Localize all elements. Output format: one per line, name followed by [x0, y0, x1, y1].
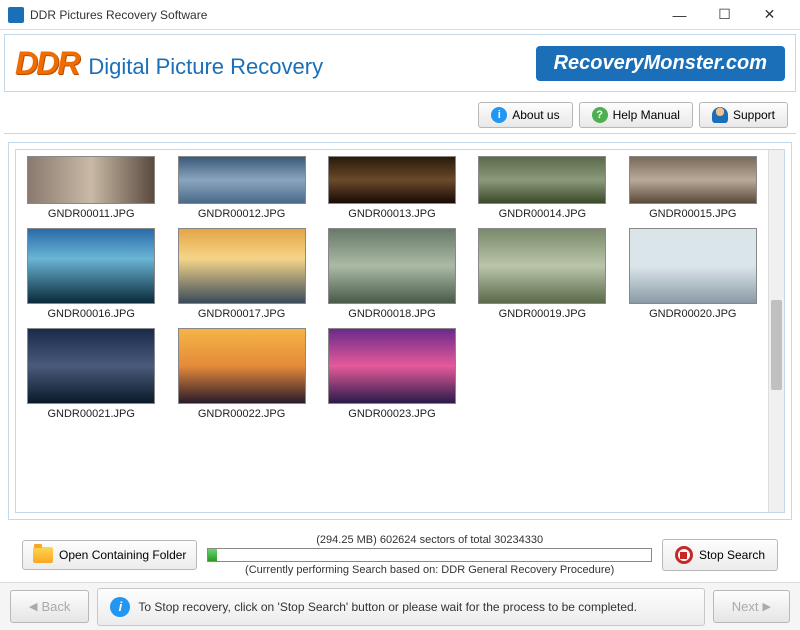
thumbnail[interactable]: GNDR00011.JPG — [20, 156, 162, 226]
thumbnail-image — [178, 156, 306, 204]
close-button[interactable]: ✕ — [747, 1, 792, 29]
about-button[interactable]: i About us — [478, 102, 572, 128]
open-folder-button[interactable]: Open Containing Folder — [22, 540, 197, 570]
logo-title: Digital Picture Recovery — [88, 54, 323, 80]
gallery[interactable]: GNDR00011.JPG GNDR00012.JPG GNDR00013.JP… — [16, 150, 768, 512]
thumbnail-label: GNDR00012.JPG — [198, 208, 285, 220]
minimize-button[interactable]: — — [657, 1, 702, 29]
thumbnail[interactable]: GNDR00022.JPG — [170, 328, 312, 426]
next-label: Next — [732, 599, 759, 614]
back-button[interactable]: ◀ Back — [10, 590, 89, 623]
thumbnail-image — [27, 328, 155, 404]
window-title: DDR Pictures Recovery Software — [30, 8, 657, 22]
thumbnail-image — [629, 228, 757, 304]
progress-fill — [208, 549, 217, 561]
thumbnail-label: GNDR00023.JPG — [348, 408, 435, 420]
help-button[interactable]: ? Help Manual — [579, 102, 693, 128]
toolbar: i About us ? Help Manual Support — [4, 96, 796, 134]
thumbnail-label: GNDR00019.JPG — [499, 308, 586, 320]
logo: DDR Digital Picture Recovery — [15, 45, 536, 82]
thumbnail-image — [178, 228, 306, 304]
stop-icon — [675, 546, 693, 564]
app-icon — [8, 7, 24, 23]
thumbnail-label: GNDR00011.JPG — [48, 208, 135, 220]
thumbnail-label: GNDR00022.JPG — [198, 408, 285, 420]
thumbnail[interactable]: GNDR00019.JPG — [471, 228, 613, 326]
stop-label: Stop Search — [699, 548, 765, 562]
help-icon: ? — [592, 107, 608, 123]
thumbnail-image — [478, 156, 606, 204]
open-folder-label: Open Containing Folder — [59, 548, 186, 562]
thumbnail[interactable]: GNDR00018.JPG — [321, 228, 463, 326]
thumbnail-label: GNDR00015.JPG — [649, 208, 736, 220]
info-bar: i To Stop recovery, click on 'Stop Searc… — [97, 588, 704, 626]
thumbnail-label: GNDR00014.JPG — [499, 208, 586, 220]
thumbnail[interactable]: GNDR00020.JPG — [622, 228, 764, 326]
titlebar: DDR Pictures Recovery Software — ☐ ✕ — [0, 0, 800, 30]
thumbnail-label: GNDR00017.JPG — [198, 308, 285, 320]
thumbnail-image — [27, 156, 155, 204]
progress-row: Open Containing Folder (294.25 MB) 60262… — [8, 528, 792, 582]
support-label: Support — [733, 108, 775, 122]
footer: ◀ Back i To Stop recovery, click on 'Sto… — [0, 582, 800, 630]
thumbnail-image — [178, 328, 306, 404]
info-icon: i — [491, 107, 507, 123]
progress-note: (Currently performing Search based on: D… — [245, 564, 614, 576]
thumbnail[interactable]: GNDR00023.JPG — [321, 328, 463, 426]
thumbnail-image — [328, 156, 456, 204]
vertical-scrollbar[interactable] — [768, 150, 784, 512]
header: DDR Digital Picture Recovery RecoveryMon… — [4, 34, 796, 92]
back-label: Back — [41, 599, 70, 614]
thumbnail-image — [27, 228, 155, 304]
folder-icon — [33, 547, 53, 563]
thumbnail-label: GNDR00021.JPG — [47, 408, 134, 420]
support-button[interactable]: Support — [699, 102, 788, 128]
thumbnail[interactable]: GNDR00013.JPG — [321, 156, 463, 226]
stop-search-button[interactable]: Stop Search — [662, 539, 778, 571]
thumbnail-label: GNDR00016.JPG — [47, 308, 134, 320]
thumbnail[interactable]: GNDR00017.JPG — [170, 228, 312, 326]
thumbnail-label: GNDR00020.JPG — [649, 308, 736, 320]
thumbnail-label: GNDR00018.JPG — [348, 308, 435, 320]
thumbnail-image — [629, 156, 757, 204]
thumbnail[interactable]: GNDR00021.JPG — [20, 328, 162, 426]
help-label: Help Manual — [613, 108, 680, 122]
thumbnail[interactable]: GNDR00012.JPG — [170, 156, 312, 226]
brand-banner: RecoveryMonster.com — [536, 46, 785, 81]
support-icon — [712, 107, 728, 123]
thumbnail[interactable]: GNDR00014.JPG — [471, 156, 613, 226]
about-label: About us — [512, 108, 559, 122]
thumbnail-label: GNDR00013.JPG — [348, 208, 435, 220]
logo-short: DDR — [15, 45, 78, 82]
progress-status: (294.25 MB) 602624 sectors of total 3023… — [316, 534, 543, 546]
thumbnail-image — [328, 228, 456, 304]
info-text: To Stop recovery, click on 'Stop Search'… — [138, 600, 637, 614]
maximize-button[interactable]: ☐ — [702, 1, 747, 29]
thumbnail[interactable]: GNDR00015.JPG — [622, 156, 764, 226]
scrollbar-thumb[interactable] — [771, 300, 782, 390]
next-arrow-icon: ▶ — [763, 600, 771, 613]
back-arrow-icon: ◀ — [29, 600, 37, 613]
thumbnail[interactable]: GNDR00016.JPG — [20, 228, 162, 326]
progress-bar — [207, 548, 652, 562]
next-button[interactable]: Next ▶ — [713, 590, 790, 623]
gallery-panel: GNDR00011.JPG GNDR00012.JPG GNDR00013.JP… — [8, 142, 792, 520]
thumbnail-image — [328, 328, 456, 404]
thumbnail-image — [478, 228, 606, 304]
